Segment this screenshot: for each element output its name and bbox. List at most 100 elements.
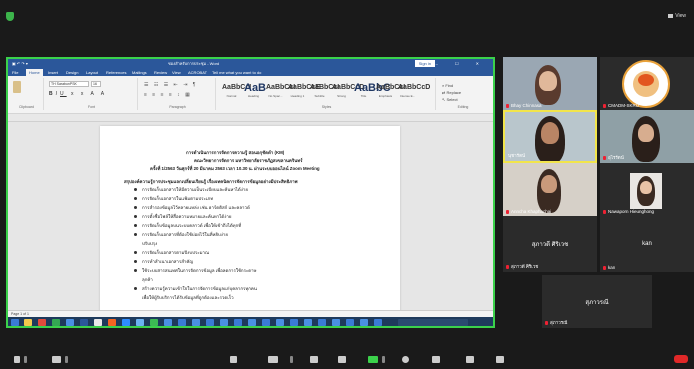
app-icon[interactable] (346, 319, 354, 326)
app-icon[interactable] (38, 319, 46, 326)
tab-layout[interactable]: Layout (86, 70, 98, 75)
app-icon[interactable] (66, 319, 74, 326)
tab-references[interactable]: References (106, 70, 126, 75)
font-group: TH SarabunPSK 16 BIU x x A A Font (46, 78, 138, 110)
group-label: Styles (321, 105, 332, 109)
record-icon[interactable] (402, 356, 409, 363)
app-icon[interactable] (150, 319, 158, 326)
style-subtitle[interactable]: AaBbCcI Subtitle (310, 82, 339, 104)
security-icon[interactable] (230, 356, 237, 363)
participant-tile[interactable]: Anncha Khaphachai (503, 163, 597, 216)
app-icon[interactable] (374, 319, 382, 326)
tell-me-search[interactable]: Tell me what you want to do (212, 70, 261, 75)
tab-mailings[interactable]: Mailings (132, 70, 147, 75)
app-icon[interactable] (206, 319, 214, 326)
app-icon[interactable] (248, 319, 256, 326)
list-buttons[interactable]: ☰ ☷ ☰ ⇤ ⇥ ¶ (144, 82, 197, 88)
windows-taskbar (8, 317, 493, 326)
view-button[interactable]: View (668, 13, 686, 19)
zoom-icon[interactable] (122, 319, 130, 326)
participant-photo (630, 173, 662, 209)
chevron-up-icon[interactable] (65, 356, 68, 363)
participant-tile-active-speaker[interactable]: นุชารัตน์ (503, 110, 597, 163)
start-icon[interactable] (11, 319, 19, 326)
bullet-icon (134, 269, 137, 272)
style-intense-emphasis[interactable]: AaBbCcD Intense E... (398, 82, 430, 104)
app-icon[interactable] (164, 319, 172, 326)
align-buttons[interactable]: ≡ ≡ ≡ ≡ ↕ ▦ (144, 92, 192, 98)
participant-tile[interactable]: CMADM-SKRU (600, 57, 694, 110)
share-screen-icon[interactable] (368, 356, 378, 363)
participant-tile[interactable]: kan kan (600, 216, 694, 272)
folder-icon[interactable] (24, 319, 32, 326)
app-icon[interactable] (304, 319, 312, 326)
style-emphasis[interactable]: AaBbCcI Emphasis (376, 82, 405, 104)
app-icon[interactable] (94, 319, 102, 326)
app-icon[interactable] (136, 319, 144, 326)
font-size-select[interactable]: 16 (91, 81, 101, 87)
word-icon[interactable] (80, 319, 88, 326)
chrome-icon[interactable] (52, 319, 60, 326)
video-camera-icon[interactable] (52, 356, 61, 363)
app-icon[interactable] (332, 319, 340, 326)
app-icon[interactable] (178, 319, 186, 326)
style-no-spacing[interactable]: AaBbCcI No Spac... (266, 82, 295, 104)
leave-meeting-button[interactable] (674, 355, 688, 363)
style-heading-1[interactable]: AaBbCcE Heading 1 (288, 82, 320, 104)
participant-tile[interactable]: Bhay Chinnasa (503, 57, 597, 110)
ribbon-tabs: File Home Insert Design Layout Reference… (8, 68, 493, 76)
app-icon[interactable] (276, 319, 284, 326)
chevron-up-icon[interactable] (382, 356, 385, 363)
font-format-buttons[interactable]: BIU x x A A (49, 91, 107, 97)
style-strong[interactable]: AaBbCcD Strong (332, 82, 364, 104)
chevron-up-icon[interactable] (24, 356, 27, 363)
window-controls[interactable]: ▭ – ☐ ✕ (415, 59, 487, 68)
tab-file[interactable]: File (12, 70, 18, 75)
tab-view[interactable]: View (172, 70, 181, 75)
app-icon[interactable] (360, 319, 368, 326)
app-icon[interactable] (290, 319, 298, 326)
chat-icon[interactable] (338, 356, 346, 363)
participant-tile[interactable]: สุภาวดี ศิริเวช สุภาวดี ศิริเวช (503, 216, 597, 272)
document-page[interactable]: การดำเนินการการจัดการความรู้ สอนอกุชัดดำ… (100, 126, 400, 312)
more-icon[interactable] (496, 356, 504, 363)
system-tray[interactable] (398, 319, 468, 326)
participant-tile[interactable]: Nawaporn Hieunghong (600, 163, 694, 216)
app-icon[interactable] (220, 319, 228, 326)
paste-icon[interactable] (13, 81, 21, 93)
app-icon[interactable] (318, 319, 326, 326)
app-icon[interactable] (234, 319, 242, 326)
tab-acrobat[interactable]: ACROBAT (188, 70, 207, 75)
find-replace-select-buttons[interactable]: ⌕ Find ⇄ Replace ↖ Select (442, 82, 461, 103)
reactions-icon[interactable] (432, 356, 440, 363)
apps-icon[interactable] (466, 356, 474, 363)
font-name-select[interactable]: TH SarabunPSK (49, 81, 89, 87)
security-shield-icon[interactable] (6, 12, 14, 21)
group-label: Font (87, 105, 95, 109)
app-icon[interactable] (262, 319, 270, 326)
doc-bullet: การจัดเก็บเอกสารตามปีงบประมาณ (142, 250, 210, 255)
tab-home[interactable]: Home (26, 69, 43, 76)
quick-access-save-icon[interactable]: ▣ ↶ ↷ ▾ (12, 59, 28, 68)
app-icon[interactable] (108, 319, 116, 326)
style-heading[interactable]: AaB Heading (244, 82, 266, 104)
participants-icon[interactable] (268, 356, 278, 363)
doc-bullet-continuation: ปรับปรุง (142, 241, 158, 246)
chevron-up-icon[interactable] (290, 356, 293, 363)
tab-design[interactable]: Design (66, 70, 78, 75)
style-normal[interactable]: AaBbCcI Normal (222, 82, 251, 104)
app-icon[interactable] (192, 319, 200, 326)
participant-tile[interactable]: อุไรรัตน์ (600, 110, 694, 163)
styles-group: AaBbCcI Normal AaB Heading AaBbCcI No Spac.… (218, 78, 436, 110)
participant-name: อุไรรัตน์ (603, 154, 624, 161)
tab-review[interactable]: Review (154, 70, 167, 75)
tab-insert[interactable]: Insert (48, 70, 58, 75)
style-title[interactable]: AaBbC Title (354, 82, 391, 104)
polls-icon[interactable] (310, 356, 318, 363)
bullet-icon (134, 197, 137, 200)
participant-tile[interactable]: สุภาวรณี สุภาวรณี (542, 275, 652, 328)
mute-mic-icon[interactable] (14, 356, 20, 363)
doc-bullet: การจัดเก็บเอกสารในแฟ้มตามประเภท (142, 196, 214, 201)
doc-bullet-continuation: เพื่อให้ผู้รับบริการได้รับข้อมูลที่ถูกต้… (142, 295, 234, 300)
ruler[interactable] (8, 114, 493, 122)
